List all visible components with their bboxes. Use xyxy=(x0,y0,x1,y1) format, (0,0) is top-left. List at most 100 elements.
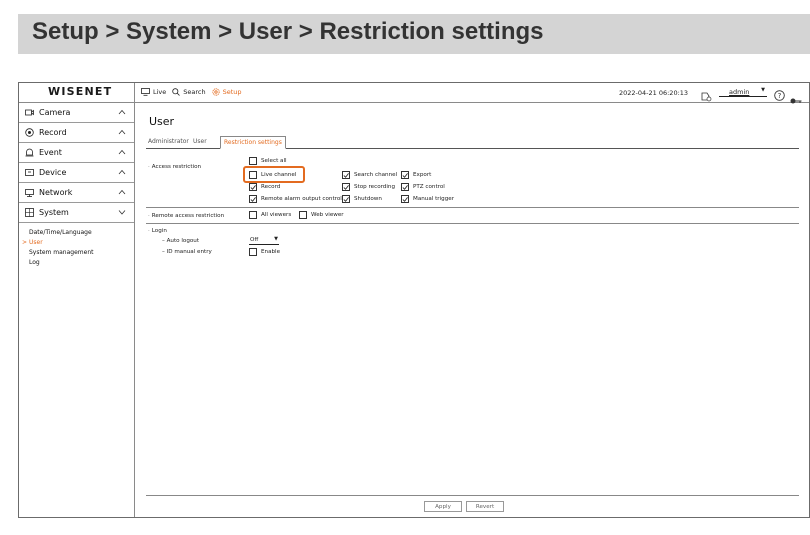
section-divider xyxy=(146,223,799,224)
chevron-up-icon xyxy=(118,148,126,157)
tab-administrator[interactable]: Administrator xyxy=(148,138,189,148)
sidebar-item-device[interactable]: Device xyxy=(19,163,134,183)
ptz-control-checkbox[interactable]: PTZ control xyxy=(401,183,445,191)
sidebar-item-event[interactable]: Event xyxy=(19,143,134,163)
remote-alarm-output-checkbox[interactable]: Remote alarm output control xyxy=(249,195,342,203)
record-icon xyxy=(25,128,35,137)
monitor-icon xyxy=(141,88,150,96)
submenu-item-label: User xyxy=(29,239,43,246)
manual-trigger-checkbox[interactable]: Manual trigger xyxy=(401,195,454,203)
tab-bar: Administrator User Restriction settings xyxy=(146,136,799,149)
nav-setup[interactable]: Setup xyxy=(212,88,242,96)
sidebar-item-label: System xyxy=(39,208,69,217)
checkbox-box xyxy=(249,183,257,191)
access-restriction-label: · Access restriction xyxy=(148,164,202,170)
search-channel-checkbox[interactable]: Search channel xyxy=(342,171,397,179)
checkbox-box xyxy=(401,195,409,203)
chevron-up-icon xyxy=(118,128,126,137)
sidebar-item-record[interactable]: Record xyxy=(19,123,134,143)
checkbox-box xyxy=(342,195,350,203)
shutdown-checkbox[interactable]: Shutdown xyxy=(342,195,382,203)
banner-title: Setup > System > User > Restriction sett… xyxy=(32,18,544,45)
sidebar-item-label: Record xyxy=(39,128,67,137)
submenu-item-label: Log xyxy=(29,259,40,266)
id-manual-entry-label: – ID manual entry xyxy=(162,249,212,255)
nav-setup-label: Setup xyxy=(222,88,242,96)
submenu-item-label: Date/Time/Language xyxy=(29,229,92,236)
nav-search[interactable]: Search xyxy=(172,88,206,96)
banner: Setup > System > User > Restriction sett… xyxy=(18,14,810,54)
checkbox-box xyxy=(249,211,257,219)
submenu-item-label: System management xyxy=(29,249,94,256)
footer-divider xyxy=(146,495,799,496)
sidebar-item-camera[interactable]: Camera xyxy=(19,103,134,123)
stop-recording-checkbox[interactable]: Stop recording xyxy=(342,183,395,191)
sidebar-item-label: Network xyxy=(39,188,73,197)
sidebar-item-network[interactable]: Network xyxy=(19,183,134,203)
checkbox-box xyxy=(299,211,307,219)
auto-logout-value: Off xyxy=(250,237,259,243)
chevron-right-icon: > xyxy=(22,239,28,246)
all-viewers-checkbox[interactable]: All viewers xyxy=(249,211,291,219)
app-window: WISENET Live Search Setup 2022-04-21 06:… xyxy=(18,82,810,518)
checkbox-box xyxy=(249,157,257,165)
record-checkbox[interactable]: Record xyxy=(249,183,280,191)
system-icon xyxy=(25,208,35,217)
submenu-item-user[interactable]: > User xyxy=(19,238,134,248)
main-panel: User Administrator User Restriction sett… xyxy=(136,103,809,517)
sidebar-item-label: Camera xyxy=(39,108,71,117)
logo-area: WISENET xyxy=(19,83,135,103)
user-dropdown[interactable]: admin ▼ xyxy=(719,87,767,97)
submenu-item-system-management[interactable]: System management xyxy=(19,248,134,258)
select-all-checkbox[interactable]: Select all xyxy=(249,157,287,165)
chevron-down-icon: ▼ xyxy=(761,87,765,93)
chevron-up-icon xyxy=(118,108,126,117)
submenu-item-date-time-language[interactable]: Date/Time/Language xyxy=(19,228,134,238)
nav-live-label: Live xyxy=(153,88,167,96)
checkbox-box xyxy=(249,195,257,203)
camera-icon xyxy=(25,109,35,116)
auto-logout-select[interactable]: Off ▼ xyxy=(249,236,279,245)
top-nav: Live Search Setup xyxy=(141,88,248,96)
revert-button[interactable]: Revert xyxy=(466,501,504,512)
tab-restriction-settings[interactable]: Restriction settings xyxy=(220,136,286,149)
datetime: 2022-04-21 06:20:13 xyxy=(619,89,689,97)
checkbox-box xyxy=(249,248,257,256)
export-checkbox[interactable]: Export xyxy=(401,171,431,179)
checkbox-box xyxy=(401,183,409,191)
sidebar: Camera Record Event Device Network Syste… xyxy=(19,103,135,517)
chevron-up-icon xyxy=(118,168,126,177)
user-name: admin xyxy=(729,88,750,96)
tab-user[interactable]: User xyxy=(193,138,207,148)
top-bar: WISENET Live Search Setup 2022-04-21 06:… xyxy=(19,83,809,104)
checkbox-box xyxy=(342,171,350,179)
device-icon xyxy=(25,168,35,177)
gear-icon xyxy=(212,88,220,96)
network-icon xyxy=(25,188,35,197)
checkbox-box xyxy=(342,183,350,191)
sidebar-item-system[interactable]: System xyxy=(19,203,134,223)
sidebar-item-label: Event xyxy=(39,148,62,157)
remote-access-restriction-label: · Remote access restriction xyxy=(148,213,225,219)
chevron-down-icon: ▼ xyxy=(274,236,278,242)
page-title: User xyxy=(149,115,175,128)
search-icon xyxy=(172,88,181,96)
apply-button[interactable]: Apply xyxy=(424,501,462,512)
chevron-up-icon xyxy=(118,188,126,197)
wisenet-logo: WISENET xyxy=(48,85,113,98)
web-viewer-checkbox[interactable]: Web viewer xyxy=(299,211,344,219)
section-divider xyxy=(146,207,799,208)
svg-text:?: ? xyxy=(778,92,782,100)
chevron-down-icon xyxy=(118,208,126,217)
submenu-item-log[interactable]: Log xyxy=(19,258,134,268)
id-manual-enable-checkbox[interactable]: Enable xyxy=(249,248,280,256)
nav-search-label: Search xyxy=(183,88,206,96)
nav-live[interactable]: Live xyxy=(141,88,166,96)
checkbox-box xyxy=(401,171,409,179)
auto-logout-label: – Auto logout xyxy=(162,238,200,244)
system-submenu: Date/Time/Language > User System managem… xyxy=(19,223,134,268)
sidebar-item-label: Device xyxy=(39,168,67,177)
login-label: · Login xyxy=(148,228,167,234)
event-icon xyxy=(25,148,35,157)
highlight-box xyxy=(243,166,305,183)
